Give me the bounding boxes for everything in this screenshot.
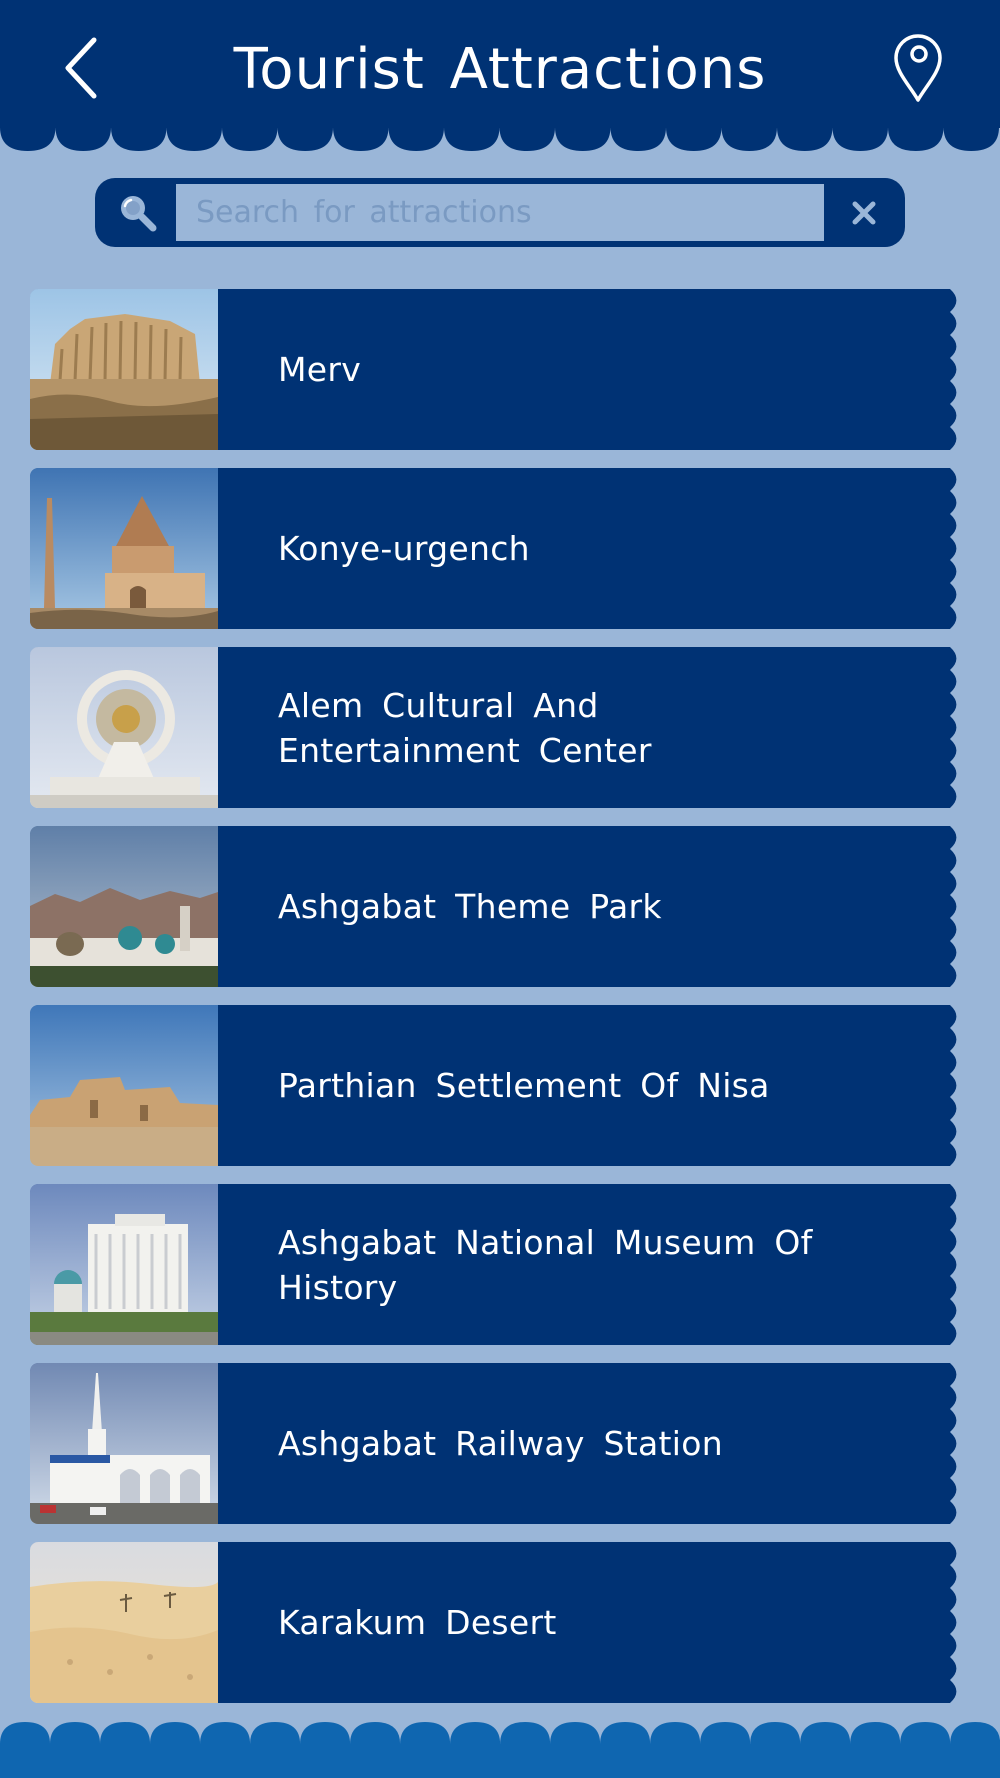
attraction-item-nisa[interactable]: Parthian Settlement Of Nisa [30, 1005, 958, 1166]
search-bar [95, 178, 905, 247]
attraction-item-alem-center[interactable]: Alem Cultural And Entertainment Center [30, 647, 958, 808]
attraction-name: Merv [278, 350, 362, 389]
konye-urgench-photo [30, 468, 218, 629]
attraction-item-theme-park[interactable]: Ashgabat Theme Park [30, 826, 958, 987]
attraction-name: Karakum Desert [278, 1603, 557, 1642]
attraction-name: Ashgabat Railway Station [278, 1424, 723, 1463]
close-icon [852, 201, 876, 225]
attraction-name: Konye-urgench [278, 529, 530, 568]
clear-search-button[interactable] [843, 192, 885, 234]
attraction-name: Ashgabat National Museum Of History [278, 1222, 813, 1307]
attraction-item-merv[interactable]: Merv [30, 289, 958, 450]
app-header: Tourist Attractions [0, 0, 1000, 128]
chevron-left-icon [65, 37, 97, 99]
museum-photo [30, 1184, 218, 1345]
nisa-photo [30, 1005, 218, 1166]
search-input[interactable] [176, 184, 824, 241]
attraction-name: Parthian Settlement Of Nisa [278, 1066, 770, 1105]
map-pin-icon [894, 34, 942, 102]
attraction-item-railway-station[interactable]: Ashgabat Railway Station [30, 1363, 958, 1524]
attraction-item-karakum-desert[interactable]: Karakum Desert [30, 1542, 958, 1703]
page-title: Tourist Attractions [233, 37, 767, 102]
theme-park-photo [30, 826, 218, 987]
header-scallop-border [0, 127, 999, 151]
karakum-desert-photo [30, 1542, 218, 1703]
attraction-name: Ashgabat Theme Park [278, 887, 662, 926]
attraction-item-museum[interactable]: Ashgabat National Museum Of History [30, 1184, 958, 1345]
attraction-name: Alem Cultural And Entertainment Center [278, 685, 652, 770]
railway-station-photo [30, 1363, 218, 1524]
search-icon [121, 196, 157, 232]
location-button[interactable] [888, 30, 948, 104]
merv-photo [30, 289, 218, 450]
attraction-item-konye-urgench[interactable]: Konye-urgench [30, 468, 958, 629]
back-button[interactable] [52, 30, 112, 106]
footer-wave [0, 1722, 1000, 1778]
alem-center-photo [30, 647, 218, 808]
